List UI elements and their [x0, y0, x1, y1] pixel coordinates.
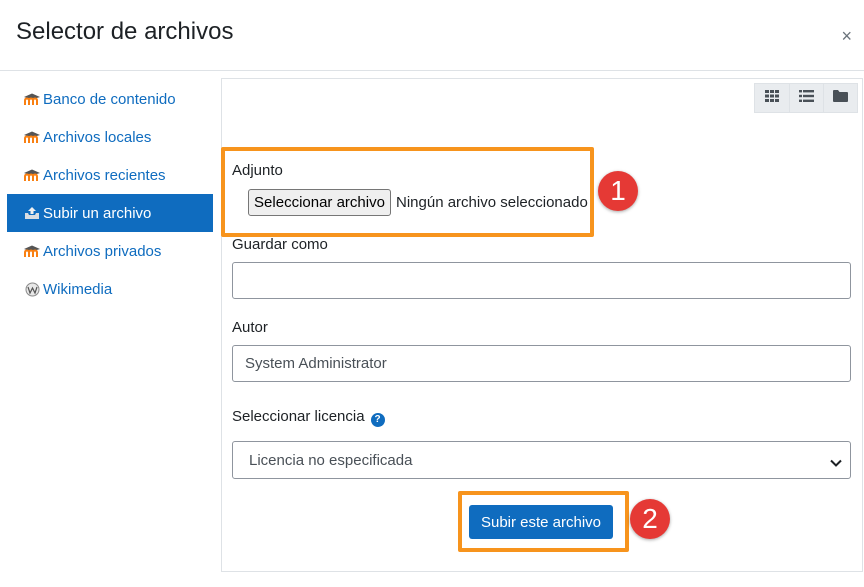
save-as-input[interactable] — [232, 262, 851, 299]
sidebar-item-label: Banco de contenido — [43, 90, 176, 108]
folder-view-icon — [833, 89, 848, 107]
wikimedia-icon — [22, 281, 42, 297]
step1-badge: 1 — [598, 171, 638, 211]
sidebar-item-recent-files[interactable]: Archivos recientes — [7, 156, 213, 194]
close-icon[interactable]: × — [841, 26, 852, 47]
license-label: Seleccionar licencia? — [232, 408, 385, 427]
view-toolbar — [754, 83, 858, 113]
author-label: Autor — [232, 319, 268, 336]
sidebar-item-label: Archivos recientes — [43, 166, 166, 184]
dialog-title: Selector de archivos — [16, 18, 234, 45]
sidebar-item-label: Archivos locales — [43, 128, 152, 146]
sidebar-item-wikimedia[interactable]: Wikimedia — [7, 270, 213, 308]
license-selected-value: Licencia no especificada — [249, 451, 413, 469]
help-icon[interactable]: ? — [370, 412, 385, 427]
sidebar-item-private-files[interactable]: Archivos privados — [7, 232, 213, 270]
step1-highlight-box — [221, 147, 594, 237]
repository-sidebar: Banco de contenido Archivos locales Arch… — [7, 80, 213, 308]
license-label-text: Seleccionar licencia — [232, 408, 365, 425]
moodle-icon — [22, 129, 42, 145]
moodle-icon — [22, 243, 42, 259]
sidebar-item-label: Wikimedia — [43, 280, 113, 298]
sidebar-item-label: Archivos privados — [43, 242, 162, 260]
folder-view-button[interactable] — [823, 84, 857, 112]
step2-badge: 2 — [630, 499, 670, 539]
sidebar-item-content-bank[interactable]: Banco de contenido — [7, 80, 213, 118]
grid-view-icon — [765, 89, 779, 107]
author-input[interactable] — [232, 345, 851, 382]
list-view-icon — [799, 89, 814, 107]
chevron-down-icon — [830, 454, 842, 471]
sidebar-item-upload-file[interactable]: Subir un archivo — [7, 194, 213, 232]
moodle-icon — [22, 167, 42, 183]
dialog-header: Selector de archivos × — [0, 0, 864, 71]
sidebar-item-local-files[interactable]: Archivos locales — [7, 118, 213, 156]
save-as-label: Guardar como — [232, 236, 328, 253]
upload-icon — [22, 205, 42, 221]
list-view-button[interactable] — [789, 84, 823, 112]
license-select[interactable]: Licencia no especificada — [232, 441, 851, 479]
moodle-icon — [22, 91, 42, 107]
sidebar-item-label: Subir un archivo — [43, 204, 152, 222]
step2-highlight-box — [458, 491, 629, 552]
grid-view-button[interactable] — [755, 84, 789, 112]
